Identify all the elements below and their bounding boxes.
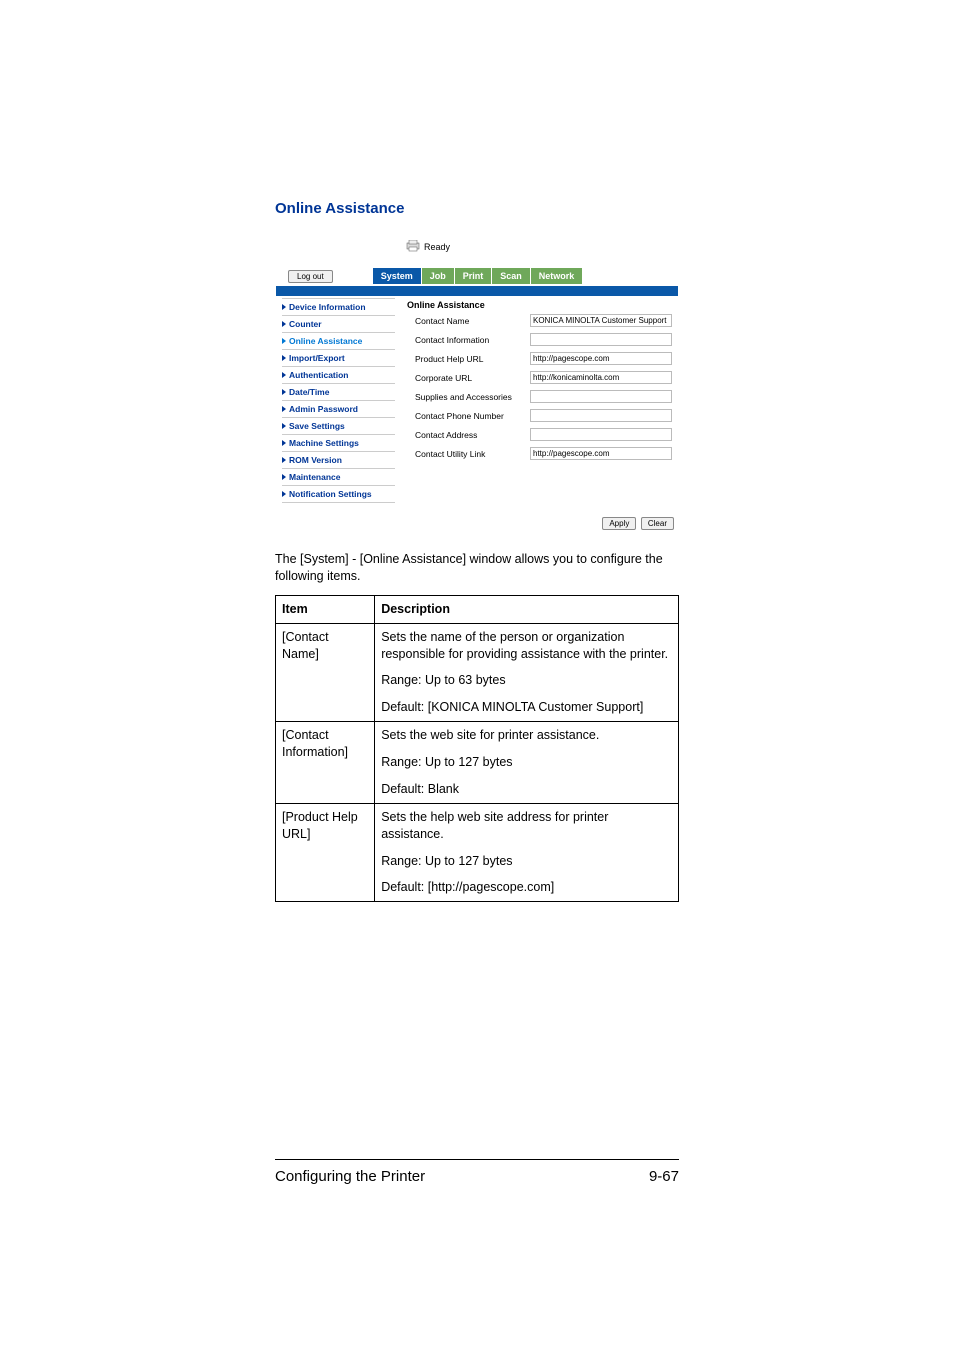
row-contact-information: Contact Information xyxy=(415,333,672,346)
input-contact-information[interactable] xyxy=(530,333,672,346)
tab-network[interactable]: Network xyxy=(531,268,584,284)
sidebar-item-maintenance[interactable]: Maintenance xyxy=(282,469,395,486)
label-contact-address: Contact Address xyxy=(415,430,530,440)
tab-system[interactable]: System xyxy=(373,268,422,284)
apply-button[interactable]: Apply xyxy=(602,517,636,530)
cell-desc-contact-information: Sets the web site for printer assistance… xyxy=(375,722,679,749)
sidebar-item-notification-settings[interactable]: Notification Settings xyxy=(282,486,395,503)
sidebar-item-online-assistance[interactable]: Online Assistance xyxy=(282,333,395,350)
input-contact-phone[interactable] xyxy=(530,409,672,422)
intro-text: The [System] - [Online Assistance] windo… xyxy=(275,551,679,585)
label-contact-utility-link: Contact Utility Link xyxy=(415,449,530,459)
row-corporate-url: Corporate URL xyxy=(415,371,672,384)
cell-default-product-help-url: Default: [http://pagescope.com] xyxy=(375,874,679,901)
sidebar-item-machine-settings[interactable]: Machine Settings xyxy=(282,435,395,452)
footer-right: 9-67 xyxy=(649,1168,679,1185)
divider-bar xyxy=(276,286,678,296)
main-panel: Online Assistance Contact Name Contact I… xyxy=(401,296,678,509)
footer-left: Configuring the Printer xyxy=(275,1168,425,1185)
label-contact-information: Contact Information xyxy=(415,335,530,345)
label-supplies-accessories: Supplies and Accessories xyxy=(415,392,530,402)
cell-range-contact-information: Range: Up to 127 bytes xyxy=(375,749,679,776)
tab-print[interactable]: Print xyxy=(455,268,493,284)
label-corporate-url: Corporate URL xyxy=(415,373,530,383)
logout-button[interactable]: Log out xyxy=(288,270,333,283)
row-contact-utility-link: Contact Utility Link xyxy=(415,447,672,460)
status-text: Ready xyxy=(424,242,450,252)
cell-desc-product-help-url: Sets the help web site address for print… xyxy=(375,803,679,847)
input-contact-address[interactable] xyxy=(530,428,672,441)
sidebar-item-device-information[interactable]: Device Information xyxy=(282,299,395,316)
input-contact-name[interactable] xyxy=(530,314,672,327)
cell-desc-contact-name: Sets the name of the person or organizat… xyxy=(375,623,679,667)
input-corporate-url[interactable] xyxy=(530,371,672,384)
sidebar-item-counter[interactable]: Counter xyxy=(282,316,395,333)
section-title: Online Assistance xyxy=(275,200,679,217)
tab-bar: System Job Print Scan Network xyxy=(373,268,584,284)
cell-default-contact-information: Default: Blank xyxy=(375,776,679,803)
sidebar-item-admin-password[interactable]: Admin Password xyxy=(282,401,395,418)
printer-icon xyxy=(406,240,424,254)
cell-item-product-help-url: [Product Help URL] xyxy=(276,803,375,902)
row-product-help-url: Product Help URL xyxy=(415,352,672,365)
sidebar-item-authentication[interactable]: Authentication xyxy=(282,367,395,384)
th-description: Description xyxy=(375,595,679,623)
description-table: Item Description [Contact Name] Sets the… xyxy=(275,595,679,903)
cell-item-contact-name: [Contact Name] xyxy=(276,623,375,722)
row-contact-name: Contact Name xyxy=(415,314,672,327)
row-contact-phone: Contact Phone Number xyxy=(415,409,672,422)
input-product-help-url[interactable] xyxy=(530,352,672,365)
row-contact-address: Contact Address xyxy=(415,428,672,441)
page-footer: Configuring the Printer 9-67 xyxy=(275,1159,679,1185)
cell-range-contact-name: Range: Up to 63 bytes xyxy=(375,667,679,694)
label-product-help-url: Product Help URL xyxy=(415,354,530,364)
row-supplies-accessories: Supplies and Accessories xyxy=(415,390,672,403)
input-contact-utility-link[interactable] xyxy=(530,447,672,460)
sidebar-item-date-time[interactable]: Date/Time xyxy=(282,384,395,401)
label-contact-name: Contact Name xyxy=(415,316,530,326)
label-contact-phone: Contact Phone Number xyxy=(415,411,530,421)
cell-item-contact-information: [Contact Information] xyxy=(276,722,375,804)
clear-button[interactable]: Clear xyxy=(641,517,674,530)
th-item: Item xyxy=(276,595,375,623)
sidebar-item-import-export[interactable]: Import/Export xyxy=(282,350,395,367)
tab-job[interactable]: Job xyxy=(422,268,455,284)
sidebar: Device Information Counter Online Assist… xyxy=(276,296,401,509)
cell-default-contact-name: Default: [KONICA MINOLTA Customer Suppor… xyxy=(375,694,679,721)
cell-range-product-help-url: Range: Up to 127 bytes xyxy=(375,848,679,875)
embedded-ui-screenshot: Ready Log out System Job Print Scan Netw… xyxy=(275,227,679,531)
sidebar-item-rom-version[interactable]: ROM Version xyxy=(282,452,395,469)
sidebar-item-save-settings[interactable]: Save Settings xyxy=(282,418,395,435)
input-supplies-accessories[interactable] xyxy=(530,390,672,403)
panel-title: Online Assistance xyxy=(407,300,672,310)
tab-scan[interactable]: Scan xyxy=(492,268,531,284)
